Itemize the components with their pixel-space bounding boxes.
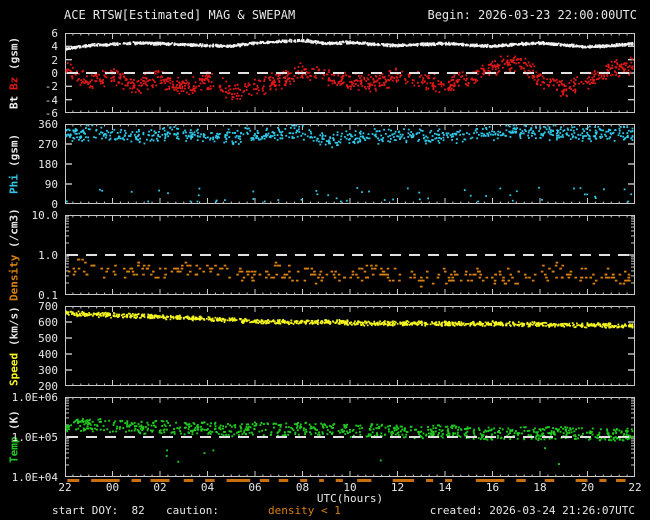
footer-created-timestamp: created: 2026-03-24 21:26:07UTC	[429, 504, 635, 517]
panel-bt-bz-chart	[65, 33, 635, 113]
series-speed-points	[65, 310, 634, 329]
panel-phi-ytick-label: 90	[44, 178, 58, 191]
panel-density-ytick-label: 1.0	[38, 249, 58, 262]
series-phi-points	[65, 124, 634, 203]
x-axis-hour-label: 10	[343, 481, 357, 494]
series-temp-points	[65, 418, 634, 465]
panel-phi-ytick-label: 360	[38, 118, 58, 131]
x-axis-hour-label: 08	[295, 481, 310, 494]
panel-temp-chart	[65, 397, 635, 477]
panel-bt-bz-ytick-label: 2	[51, 53, 58, 67]
panel-speed-ytick-label: 400	[38, 348, 58, 361]
x-axis-hour-label: 02	[153, 481, 167, 494]
footer-start-doy: start DOY: 82	[52, 504, 145, 517]
x-axis-hour-label: 14	[438, 481, 452, 494]
x-axis-hour-label: 20	[580, 481, 595, 494]
begin-timestamp: Begin: 2026-03-23 22:00:00UTC	[427, 8, 637, 22]
panel-temp-ytick-label: 1.0E+06	[11, 391, 58, 404]
panel-bt-bz-ytick-label: 4	[51, 40, 58, 54]
x-axis-hour-label: 12	[390, 481, 405, 494]
panel-phi-ytick-label: 180	[38, 158, 58, 171]
panel-density-ytick-label: 10.0	[31, 209, 59, 222]
panel-bt-bz-ytick-label: 0	[51, 67, 58, 80]
ace-rtsw-plot: ACE RTSW[Estimated] MAG & SWEPAM Begin: …	[0, 0, 650, 520]
footer-caution-value: density < 1	[268, 504, 341, 517]
footer-caution-label: caution:	[166, 504, 219, 517]
x-axis-hour-label: 18	[533, 481, 547, 494]
panel-speed-ytick-label: 300	[38, 364, 58, 377]
x-axis-hour-label: 06	[248, 481, 262, 494]
panel-speed-ytick-label: 600	[38, 316, 58, 329]
x-axis-hour-label: 16	[485, 481, 500, 494]
series-bz-points	[65, 55, 634, 101]
panel-density-chart	[65, 215, 635, 295]
panel-phi-chart	[65, 124, 635, 204]
panel-bt-bz-ytick-label: -2	[44, 80, 58, 94]
x-axis-hour-label: 00	[105, 481, 120, 494]
plot-title: ACE RTSW[Estimated] MAG & SWEPAM	[64, 8, 296, 22]
panel-speed-chart	[65, 306, 635, 386]
x-axis-hour-label: 22	[58, 481, 72, 494]
panel-bt-bz-ytick-label: 6	[51, 27, 58, 40]
series-bt-points	[65, 38, 634, 51]
panel-speed-ytick-label: 500	[38, 332, 58, 345]
x-axis-hour-label: 04	[200, 481, 215, 494]
x-axis-hour-label: 22	[628, 481, 642, 494]
panel-phi-ytick-label: 270	[38, 138, 58, 151]
panel-speed-ytick-label: 700	[38, 300, 58, 313]
series-density-points	[67, 258, 631, 288]
panel-bt-bz-ytick-label: -4	[44, 93, 58, 107]
ylabel-part: (K)	[7, 410, 21, 431]
panel-temp-ytick-label: 1.0E+05	[11, 431, 58, 444]
